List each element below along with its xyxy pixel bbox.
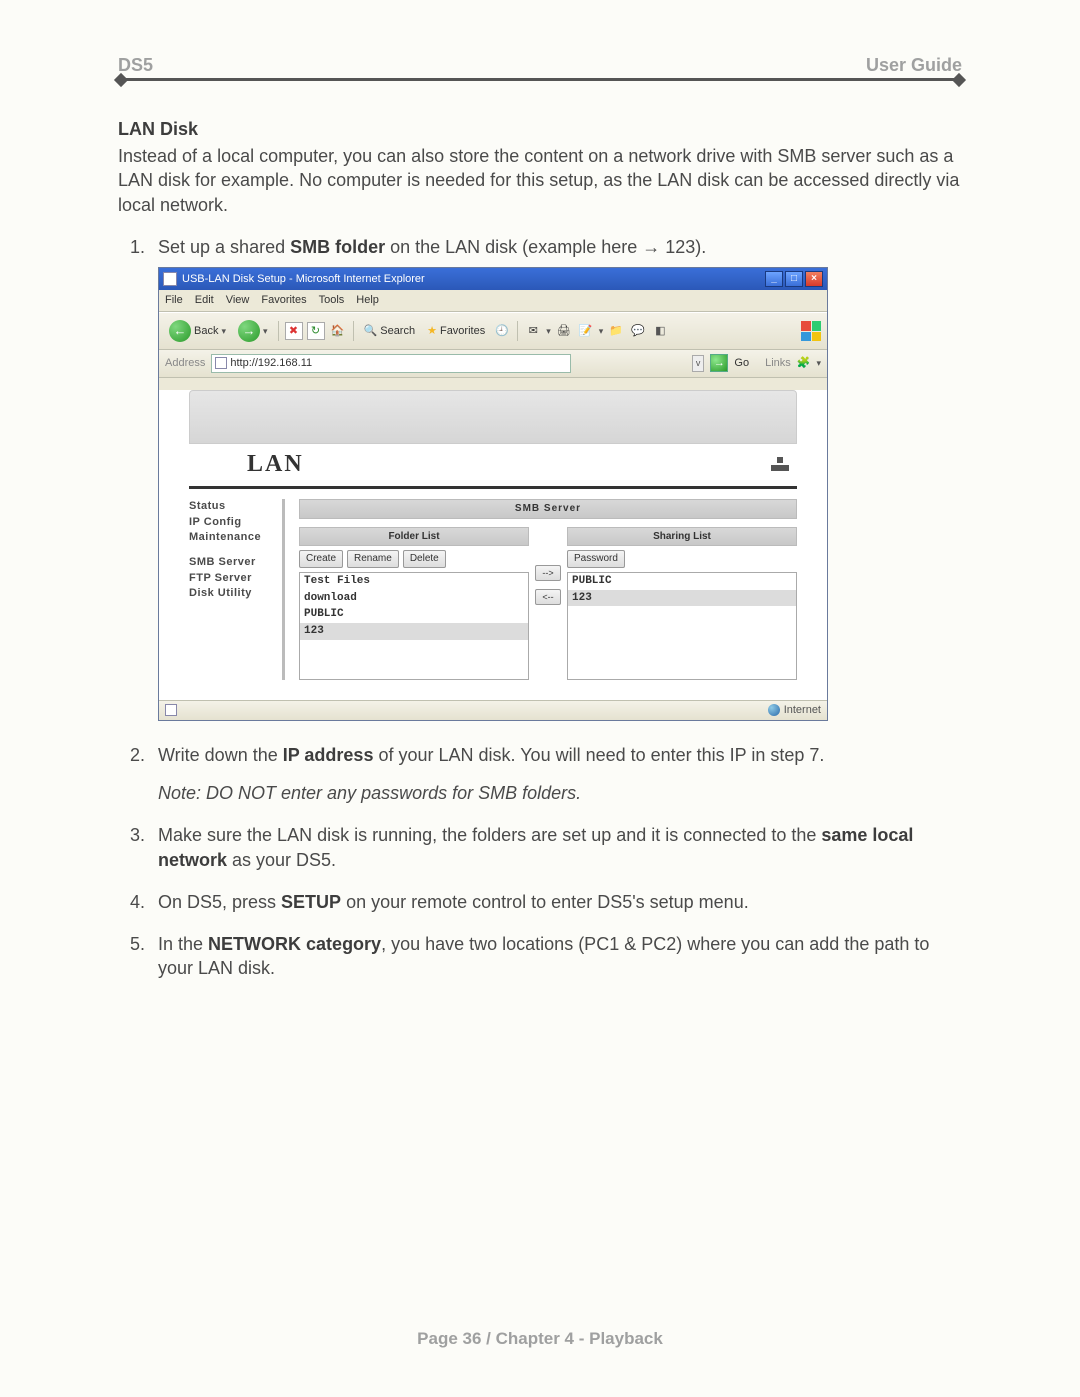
page-content: LAN Status IP Config Maintenance SMB Ser… [159,390,827,720]
list-item-selected[interactable]: 123 [568,590,796,607]
sidebar-item-ipconfig[interactable]: IP Config [189,515,274,530]
ie-page-icon [163,272,177,286]
ie-toolbar: ←Back ▾ → ▾ ✖ ↻ 🏠 🔍 Search ★ Favorites 🕘… [159,312,827,350]
search-button[interactable]: 🔍 Search [360,322,420,341]
step-5: In the NETWORK category, you have two lo… [158,932,962,981]
ie-menubar: File Edit View Favorites Tools Help [159,290,827,312]
sidebar-item-status[interactable]: Status [189,499,274,514]
print-icon[interactable]: 🖨 [555,322,573,340]
forward-button[interactable]: → ▾ [234,318,272,344]
move-left-button[interactable]: <-- [535,589,561,605]
messenger-icon[interactable]: ◧ [651,322,669,340]
menu-view[interactable]: View [226,293,250,308]
folder-icon[interactable]: 📁 [607,322,625,340]
config-sidebar: Status IP Config Maintenance SMB Server … [189,499,285,680]
favorites-button[interactable]: ★ Favorites [423,322,489,341]
header-rule [118,78,962,81]
menu-edit[interactable]: Edit [195,293,214,308]
ie-statusbar: Internet [159,700,827,720]
sidebar-item-maintenance[interactable]: Maintenance [189,530,274,545]
intro-paragraph: Instead of a local computer, you can als… [118,144,962,217]
list-item[interactable]: Test Files [300,573,528,590]
list-item[interactable]: download [300,590,528,607]
section-title: LAN Disk [118,119,962,140]
sharing-panel: Sharing List Password PUBLIC 123 [567,527,797,680]
close-button[interactable]: × [805,271,823,287]
address-bar: Address http://192.168.11 v →Go Links 🧩▾ [159,350,827,378]
links-label[interactable]: Links [765,356,791,371]
menu-help[interactable]: Help [356,293,379,308]
address-input[interactable]: http://192.168.11 [211,354,571,373]
step-2: Write down the IP address of your LAN di… [158,743,962,806]
windows-logo-icon [801,321,821,341]
step-3: Make sure the LAN disk is running, the f… [158,823,962,872]
status-page-icon [165,704,177,716]
divider [189,486,797,489]
password-button[interactable]: Password [567,550,625,568]
create-button[interactable]: Create [299,550,343,568]
back-button[interactable]: ←Back ▾ [165,318,230,344]
discuss-icon[interactable]: 💬 [629,322,647,340]
sidebar-item-diskutil[interactable]: Disk Utility [189,586,274,601]
mail-icon[interactable]: ✉ [524,322,542,340]
network-icon [771,457,789,471]
list-item[interactable]: PUBLIC [568,573,796,590]
ie-title-text: USB-LAN Disk Setup - Microsoft Internet … [182,272,425,287]
step-1: Set up a shared SMB folder on the LAN di… [158,235,962,721]
refresh-icon[interactable]: ↻ [307,322,325,340]
step-4: On DS5, press SETUP on your remote contr… [158,890,962,914]
minimize-button[interactable]: _ [765,271,783,287]
menu-favorites[interactable]: Favorites [261,293,306,308]
maximize-button[interactable]: □ [785,271,803,287]
list-item-selected[interactable]: 123 [300,623,528,640]
page-footer: Page 36 / Chapter 4 - Playback [0,1329,1080,1349]
sidebar-item-ftp[interactable]: FTP Server [189,571,274,586]
address-label: Address [165,356,205,371]
menu-tools[interactable]: Tools [319,293,345,308]
edit-icon[interactable]: 📝 [577,322,595,340]
address-dropdown-icon[interactable]: v [692,355,705,371]
header-right: User Guide [866,55,962,76]
stop-icon[interactable]: ✖ [285,322,303,340]
sharing-listbox[interactable]: PUBLIC 123 [567,572,797,680]
folder-listbox[interactable]: Test Files download PUBLIC 123 [299,572,529,680]
go-button[interactable]: → [710,354,728,372]
smb-note: Note: DO NOT enter any passwords for SMB… [158,781,962,805]
header-left: DS5 [118,55,153,76]
rename-button[interactable]: Rename [347,550,399,568]
folder-panel: Folder List Create Rename Delete Test Fi… [299,527,529,680]
history-icon[interactable]: 🕘 [493,322,511,340]
folder-list-header: Folder List [299,527,529,547]
menu-file[interactable]: File [165,293,183,308]
lan-heading: LAN [247,448,304,480]
list-item[interactable]: PUBLIC [300,606,528,623]
delete-button[interactable]: Delete [403,550,446,568]
links-plugin-icon[interactable]: 🧩 [797,356,811,371]
ie-titlebar: USB-LAN Disk Setup - Microsoft Internet … [159,268,827,290]
home-icon[interactable]: 🏠 [329,322,347,340]
move-right-button[interactable]: --> [535,565,561,581]
sidebar-item-smb[interactable]: SMB Server [189,555,274,570]
internet-zone-icon [768,704,780,716]
panel-main-title: SMB Server [299,499,797,519]
lan-hero-banner [189,390,797,444]
status-zone: Internet [784,703,821,718]
ie-window-figure: USB-LAN Disk Setup - Microsoft Internet … [158,267,828,720]
sharing-list-header: Sharing List [567,527,797,547]
